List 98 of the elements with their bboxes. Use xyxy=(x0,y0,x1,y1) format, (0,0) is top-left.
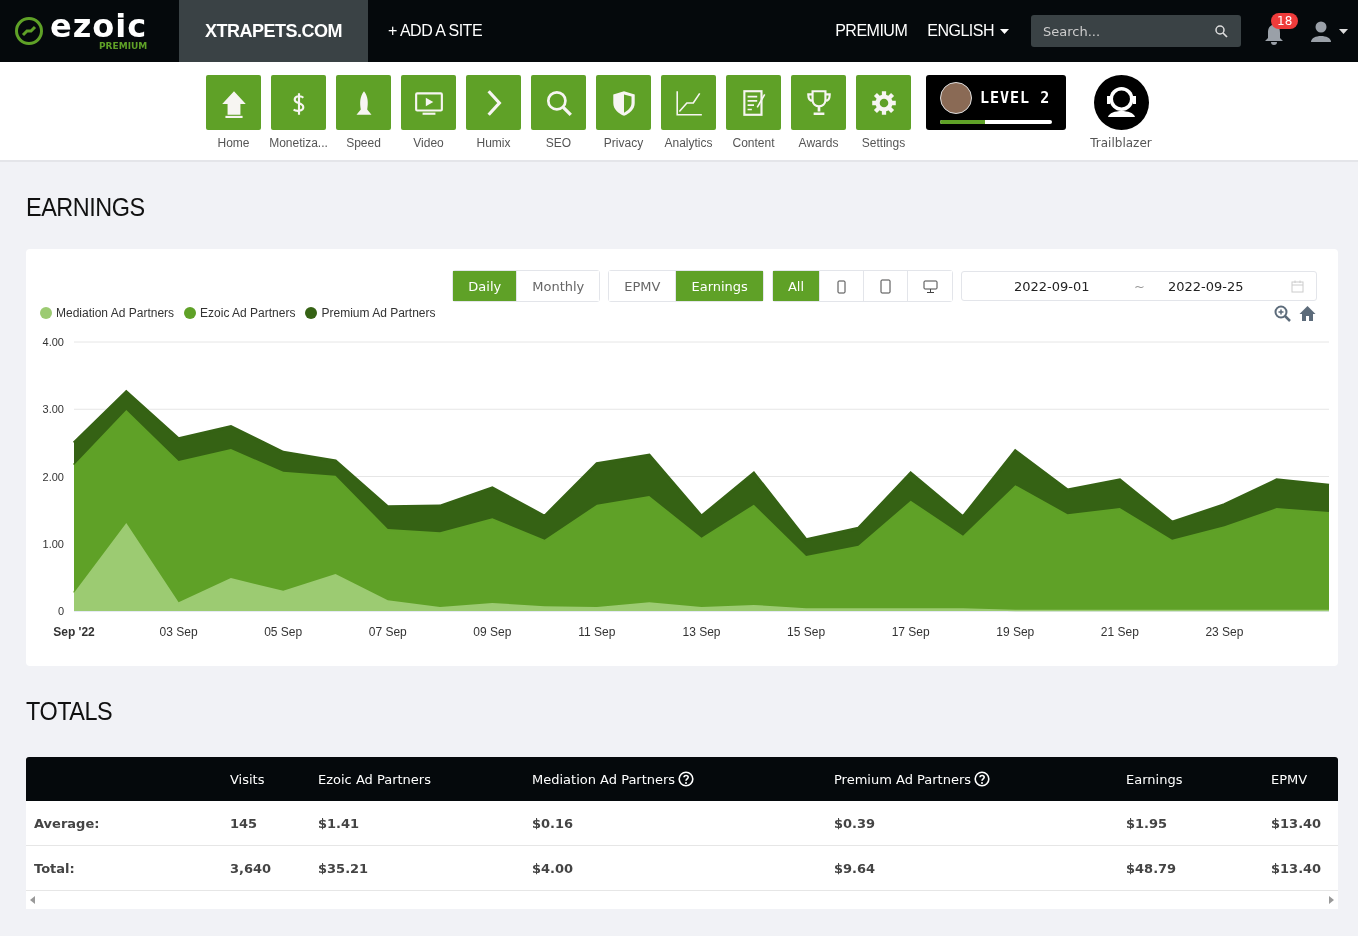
column-header: Premium Ad Partners xyxy=(834,771,972,787)
x-tick-label: 13 Sep xyxy=(682,625,721,639)
table-cell-text: $0.16 xyxy=(532,815,575,831)
y-tick-label: 2.00 xyxy=(42,470,64,483)
scroll-right-icon[interactable] xyxy=(1328,896,1334,904)
search-icon xyxy=(1215,25,1228,38)
nav-tile[interactable] xyxy=(336,75,391,130)
x-tick-label: 23 Sep xyxy=(1205,625,1244,639)
table-cell-text: 3,640 xyxy=(230,860,273,876)
x-tick-label: 19 Sep xyxy=(996,625,1035,639)
level-badge[interactable]: LEVEL 2 xyxy=(926,75,1066,130)
nav-label[interactable]: Humix xyxy=(476,136,511,150)
level-label: LEVEL 2 xyxy=(980,88,1051,107)
table-cell-text: $4.00 xyxy=(532,860,575,876)
nav-label[interactable]: Analytics xyxy=(664,136,713,150)
premium-link[interactable]: PREMIUM xyxy=(835,22,908,40)
table-cell-text: $13.40 xyxy=(1271,860,1323,876)
bell-icon[interactable] xyxy=(1263,23,1285,45)
nav-label[interactable]: SEO xyxy=(545,136,572,150)
search-field[interactable]: Search... xyxy=(1031,15,1241,47)
y-tick-label: 1.00 xyxy=(42,537,64,550)
x-tick-label: 15 Sep xyxy=(787,625,826,639)
x-tick-label: 21 Sep xyxy=(1100,625,1139,639)
column-header: Ezoic Ad Partners xyxy=(318,771,431,787)
nav-tile[interactable] xyxy=(791,75,846,130)
nav-tile[interactable] xyxy=(596,75,651,130)
user-icon[interactable] xyxy=(1309,19,1333,43)
logo-icon xyxy=(14,16,44,46)
legend-label[interactable]: Premium Ad Partners xyxy=(321,306,436,320)
logo-text: ezoic xyxy=(50,11,148,41)
home-icon[interactable] xyxy=(1299,305,1316,322)
row-label: Total: xyxy=(34,860,76,876)
column-header: Mediation Ad Partners xyxy=(532,771,676,787)
row-label: Average: xyxy=(34,815,101,831)
nav-label[interactable]: Video xyxy=(413,136,444,150)
section-title: EARNINGS xyxy=(26,192,146,223)
zoom-in-icon[interactable] xyxy=(1274,305,1291,322)
x-tick-label: 09 Sep xyxy=(473,625,512,639)
nav-tile[interactable] xyxy=(726,75,781,130)
section-title: TOTALS xyxy=(26,696,114,727)
table-cell-text: 145 xyxy=(230,815,259,831)
date-separator: ~ xyxy=(1134,278,1146,294)
x-tick-label: Sep '22 xyxy=(53,625,95,639)
end-date: 2022-09-25 xyxy=(1168,278,1245,294)
notification-badge: 18 xyxy=(1271,13,1299,29)
table-cell-text: $35.21 xyxy=(318,860,370,876)
y-tick-label: 0 xyxy=(57,605,64,617)
table-cell-text: $13.40 xyxy=(1271,815,1323,831)
legend-label[interactable]: Ezoic Ad Partners xyxy=(200,306,296,320)
nav-tile[interactable] xyxy=(271,75,326,130)
calendar-icon xyxy=(1291,279,1304,293)
nav-tile[interactable] xyxy=(206,75,261,130)
x-tick-label: 07 Sep xyxy=(368,625,407,639)
table-cell-text: $1.41 xyxy=(318,815,361,831)
legend-label[interactable]: Mediation Ad Partners xyxy=(56,306,175,320)
help-icon[interactable] xyxy=(678,771,695,787)
site-tab[interactable]: XTRAPETS.COM xyxy=(179,0,368,62)
caret-icon[interactable] xyxy=(1339,28,1348,34)
nav-label[interactable]: Settings xyxy=(861,136,906,150)
column-header: Earnings xyxy=(1126,771,1183,787)
nav-label[interactable]: Speed xyxy=(346,136,381,150)
nav-tile[interactable] xyxy=(661,75,716,130)
avatar xyxy=(940,81,972,114)
help-icon[interactable] xyxy=(974,771,991,787)
language-menu[interactable]: ENGLISH xyxy=(927,22,1009,40)
column-header: EPMV xyxy=(1271,771,1308,787)
table-cell-text: $0.39 xyxy=(834,815,877,831)
desktop-icon xyxy=(922,278,938,294)
y-tick-label: 4.00 xyxy=(42,336,64,348)
start-date: 2022-09-01 xyxy=(1014,278,1091,294)
metric-tab[interactable]: EPMV xyxy=(609,271,677,301)
astronaut-helmet-icon[interactable] xyxy=(1093,75,1149,130)
nav-tile[interactable] xyxy=(466,75,521,130)
nav-tile[interactable] xyxy=(401,75,456,130)
table-cell-text: $48.79 xyxy=(1126,860,1178,876)
add-site-link[interactable]: + ADD A SITE xyxy=(388,22,483,40)
y-tick-label: 3.00 xyxy=(42,403,64,416)
x-tick-label: 17 Sep xyxy=(891,625,930,639)
table-cell-text: $1.95 xyxy=(1126,815,1169,831)
table-cell-text: $9.64 xyxy=(834,860,877,876)
nav-label[interactable]: Awards xyxy=(798,136,839,150)
nav-label[interactable]: Home xyxy=(217,136,250,150)
x-tick-label: 03 Sep xyxy=(159,625,198,639)
caret-icon xyxy=(1000,28,1009,34)
tier-label: PREMIUM xyxy=(99,41,148,51)
nav-label[interactable]: Monetiza... xyxy=(269,136,328,150)
nav-tile[interactable] xyxy=(531,75,586,130)
x-tick-label: 11 Sep xyxy=(578,625,616,639)
tablet-icon xyxy=(878,278,893,294)
date-range-field[interactable]: 2022-09-01 ~ 2022-09-25 xyxy=(961,271,1317,301)
nav-label[interactable]: Privacy xyxy=(603,136,644,150)
nav-label[interactable]: Content xyxy=(732,136,775,150)
achievement-label: Trailblazer xyxy=(1090,136,1152,150)
nav-tile[interactable] xyxy=(856,75,911,130)
scroll-left-icon[interactable] xyxy=(30,896,36,904)
phone-icon xyxy=(834,278,849,294)
column-header: Visits xyxy=(230,771,265,787)
x-tick-label: 05 Sep xyxy=(264,625,303,639)
